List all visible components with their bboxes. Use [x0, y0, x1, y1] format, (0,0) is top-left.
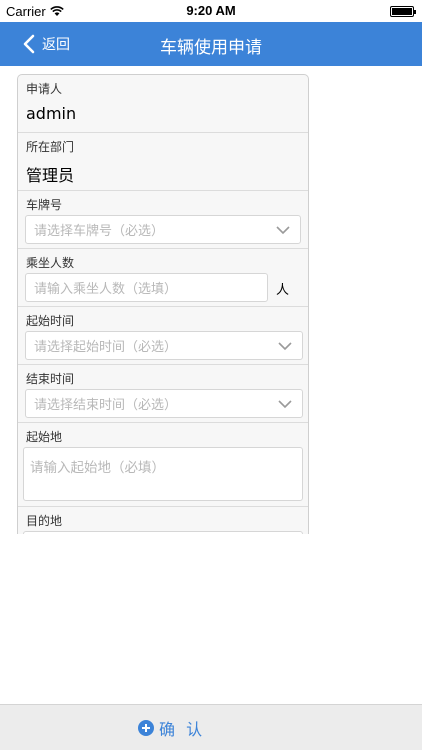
- chevron-down-icon: [278, 400, 292, 409]
- bottom-toolbar: 确 认: [0, 704, 422, 750]
- confirm-label: 确 认: [159, 720, 206, 739]
- department-label: 所在部门: [26, 140, 75, 154]
- battery-icon: [390, 6, 416, 17]
- passengers-placeholder: 请输入乘坐人数（选填）: [34, 282, 178, 297]
- plate-select[interactable]: 请选择车牌号（必选）: [25, 215, 301, 244]
- passengers-row: 乘坐人数 请输入乘坐人数（选填） 人: [18, 249, 308, 307]
- start-time-label: 起始时间: [26, 314, 75, 328]
- plus-circle-icon: [138, 720, 154, 736]
- applicant-label: 申请人: [26, 82, 63, 96]
- application-form: 申请人 admin 所在部门 管理员 车牌号 请选择车牌号（必选） 乘坐人数 请…: [17, 74, 309, 534]
- applicant-row: 申请人 admin: [18, 75, 308, 133]
- origin-placeholder: 请输入起始地（必填）: [30, 460, 165, 476]
- passengers-label: 乘坐人数: [26, 256, 75, 270]
- start-time-placeholder: 请选择起始时间（必选）: [34, 340, 178, 355]
- start-time-select[interactable]: 请选择起始时间（必选）: [25, 331, 303, 360]
- end-time-row: 结束时间 请选择结束时间（必选）: [18, 365, 308, 423]
- passengers-unit: 人: [276, 283, 290, 298]
- destination-row: 目的地: [18, 507, 308, 534]
- chevron-down-icon: [276, 226, 290, 235]
- page-title: 车辆使用申请: [160, 38, 262, 58]
- department-row: 所在部门 管理员: [18, 133, 308, 191]
- navigation-bar: 返回 车辆使用申请: [0, 22, 422, 66]
- applicant-value: admin: [26, 104, 77, 123]
- end-time-placeholder: 请选择结束时间（必选）: [34, 398, 178, 413]
- destination-label: 目的地: [26, 514, 63, 528]
- end-time-label: 结束时间: [26, 372, 75, 386]
- passengers-input[interactable]: 请输入乘坐人数（选填）: [25, 273, 268, 302]
- confirm-button[interactable]: 确 认: [138, 717, 205, 739]
- origin-input[interactable]: 请输入起始地（必填）: [23, 447, 303, 501]
- destination-input[interactable]: [23, 531, 303, 534]
- plate-placeholder: 请选择车牌号（必选）: [34, 224, 165, 239]
- plate-row: 车牌号 请选择车牌号（必选）: [18, 191, 308, 249]
- clock: 9:20 AM: [186, 3, 236, 18]
- plate-label: 车牌号: [26, 198, 63, 212]
- status-bar: Carrier 9:20 AM: [0, 0, 422, 22]
- origin-row: 起始地 请输入起始地（必填）: [18, 423, 308, 507]
- start-time-row: 起始时间 请选择起始时间（必选）: [18, 307, 308, 365]
- end-time-select[interactable]: 请选择结束时间（必选）: [25, 389, 303, 418]
- department-value: 管理员: [26, 166, 75, 185]
- chevron-down-icon: [278, 342, 292, 351]
- origin-label: 起始地: [26, 430, 63, 444]
